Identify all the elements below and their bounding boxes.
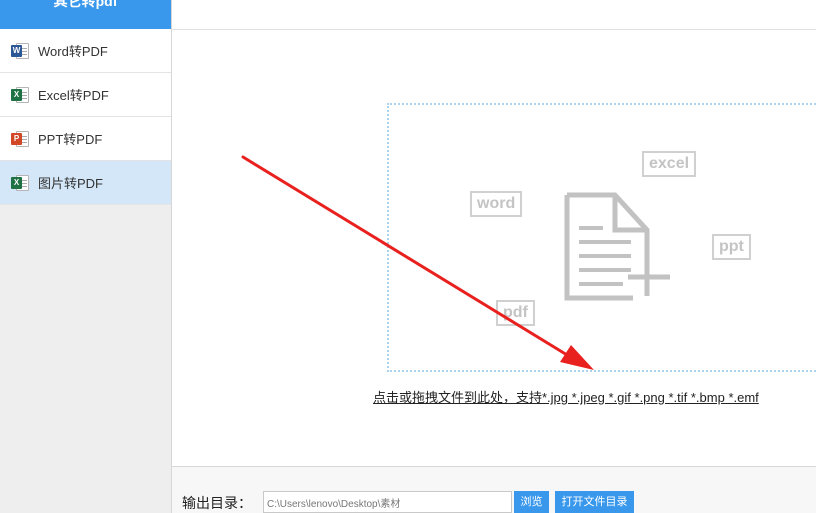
sidebar-item-label: Word转PDF xyxy=(38,44,108,59)
sidebar-item-ppt-to-pdf[interactable]: P PPT转PDF xyxy=(0,117,171,161)
sidebar-item-word-to-pdf[interactable]: W Word转PDF xyxy=(0,29,171,73)
output-directory-label: 输出目录： xyxy=(182,495,252,511)
word-icon: W xyxy=(11,42,29,60)
sidebar-item-label: Excel转PDF xyxy=(38,88,109,103)
excel-icon: X xyxy=(11,174,29,192)
sidebar-item-image-to-pdf[interactable]: X 图片转PDF xyxy=(0,161,171,205)
pdf-tag: pdf xyxy=(496,300,535,326)
ppt-tag: ppt xyxy=(712,234,751,260)
drop-zone-hint[interactable]: 点击或拖拽文件到此处，支持*.jpg *.jpeg *.gif *.png *.… xyxy=(373,387,759,406)
add-document-icon[interactable] xyxy=(563,192,673,302)
app-window: 其它转pdf W Word转PDF X Excel转PDF P PPT转PDF xyxy=(0,0,816,513)
top-bar xyxy=(172,0,816,30)
open-directory-button[interactable]: 打开文件目录 xyxy=(555,491,634,513)
ppt-icon: P xyxy=(11,130,29,148)
output-path-field[interactable]: C:\Users\lenovo\Desktop\素材 xyxy=(263,491,512,513)
excel-tag: excel xyxy=(642,151,697,177)
sidebar-title: 其它转pdf xyxy=(53,0,118,9)
sidebar-header[interactable]: 其它转pdf xyxy=(0,0,171,29)
browse-button[interactable]: 浏览 xyxy=(514,491,549,513)
word-tag: word xyxy=(470,191,523,217)
sidebar-item-excel-to-pdf[interactable]: X Excel转PDF xyxy=(0,73,171,117)
sidebar: 其它转pdf W Word转PDF X Excel转PDF P PPT转PDF xyxy=(0,0,172,513)
sidebar-item-label: PPT转PDF xyxy=(38,132,103,147)
sidebar-item-label: 图片转PDF xyxy=(38,176,104,191)
output-bar: 输出目录： C:\Users\lenovo\Desktop\素材 浏览 打开文件… xyxy=(172,466,816,513)
excel-icon: X xyxy=(11,86,29,104)
